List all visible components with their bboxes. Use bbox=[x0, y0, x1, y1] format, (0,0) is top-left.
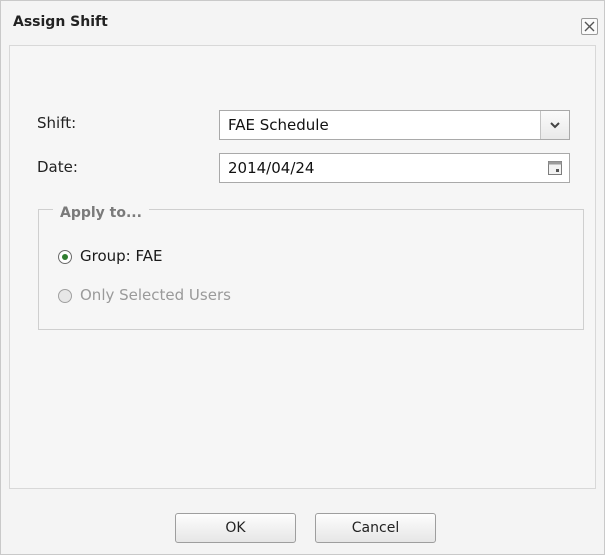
radio-only-selected-users[interactable] bbox=[58, 289, 72, 303]
shift-selected-value: FAE Schedule bbox=[228, 116, 329, 134]
dialog-title: Assign Shift bbox=[13, 14, 108, 30]
shift-dropdown-button[interactable] bbox=[540, 111, 569, 139]
shift-label: Shift: bbox=[37, 114, 77, 132]
ok-button[interactable]: OK bbox=[175, 513, 296, 543]
radio-group-fae-label[interactable]: Group: FAE bbox=[80, 247, 162, 265]
cancel-button[interactable]: Cancel bbox=[315, 513, 436, 543]
chevron-down-icon bbox=[550, 122, 560, 129]
close-icon bbox=[584, 21, 595, 32]
calendar-icon bbox=[548, 161, 562, 175]
date-field[interactable]: 2014/04/24 bbox=[219, 153, 570, 183]
shift-select[interactable]: FAE Schedule bbox=[219, 110, 570, 140]
radio-selected-dot bbox=[62, 254, 68, 260]
calendar-button[interactable] bbox=[541, 154, 569, 182]
radio-group-fae[interactable] bbox=[58, 250, 72, 264]
date-value: 2014/04/24 bbox=[228, 159, 315, 177]
date-label: Date: bbox=[37, 158, 78, 176]
apply-to-fieldset bbox=[38, 209, 584, 330]
radio-only-selected-users-label[interactable]: Only Selected Users bbox=[80, 286, 231, 304]
close-button[interactable] bbox=[581, 18, 598, 35]
assign-shift-dialog: Assign Shift Shift: FAE Schedule Date: 2… bbox=[0, 0, 605, 555]
dialog-titlebar: Assign Shift bbox=[1, 1, 604, 41]
apply-to-legend: Apply to... bbox=[53, 205, 149, 221]
